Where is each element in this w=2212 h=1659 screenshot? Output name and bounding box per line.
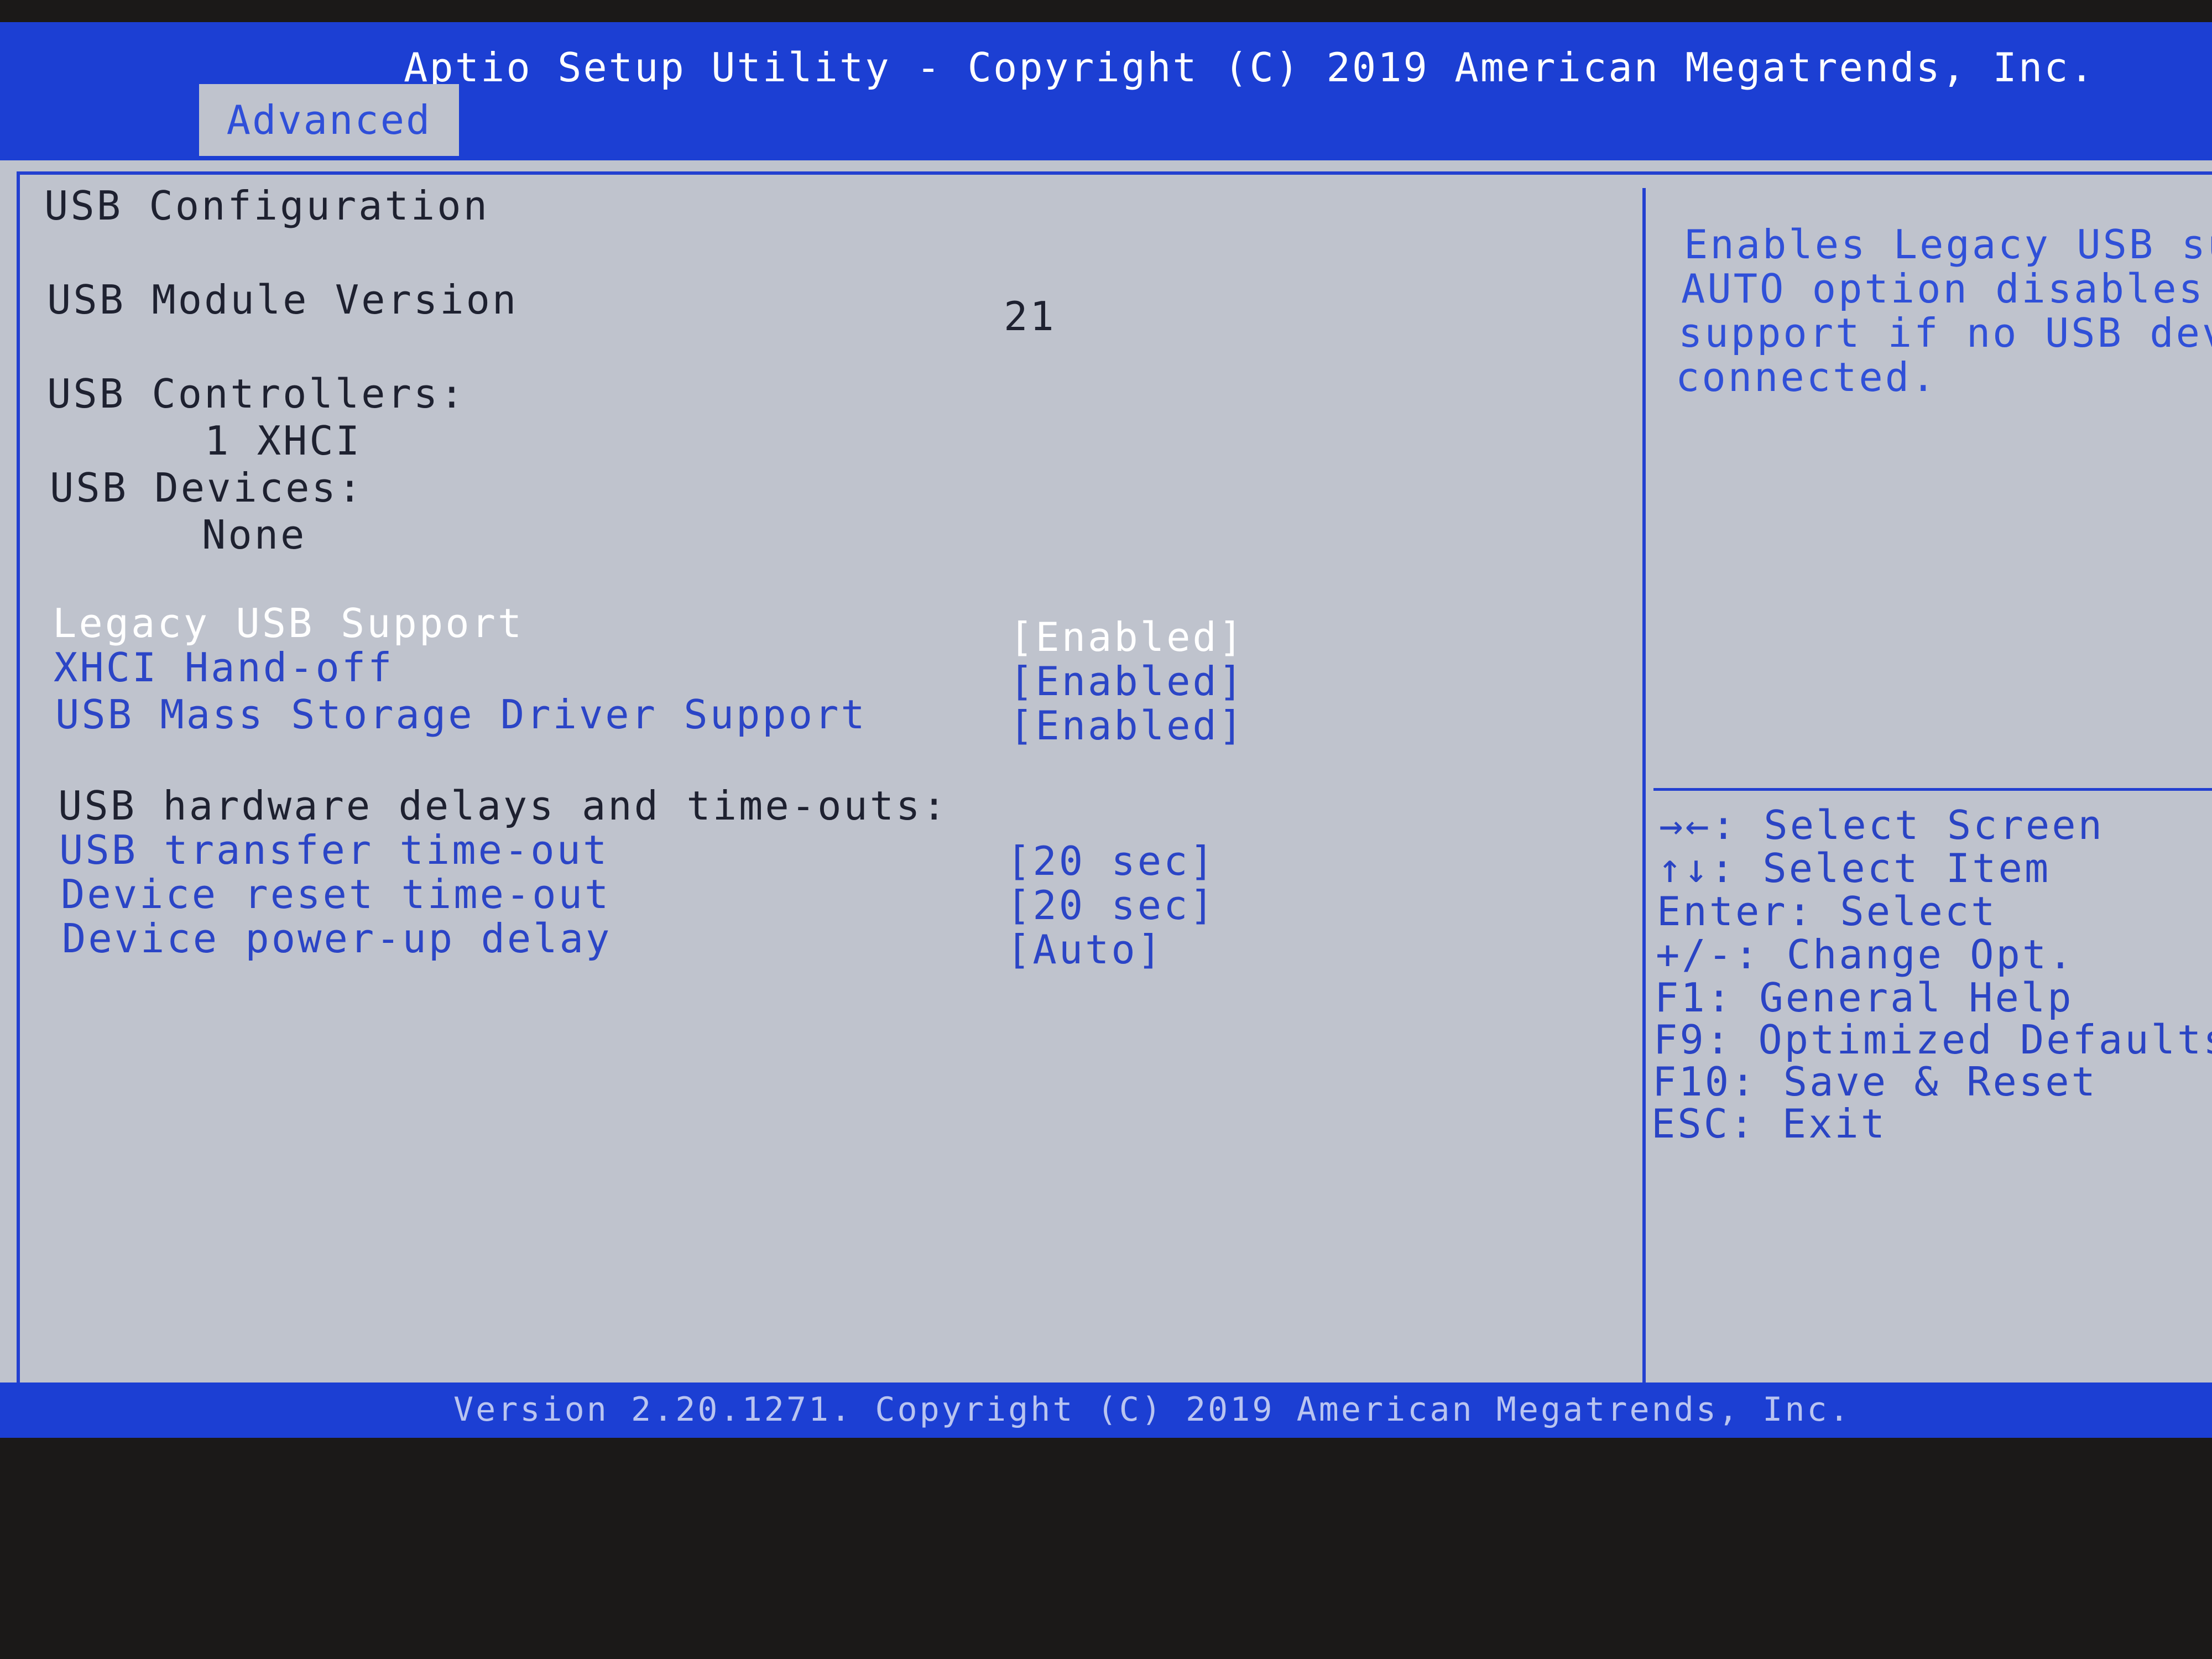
key-general-help: F1: General Help [1655, 974, 2074, 1021]
devices-value: None [202, 512, 307, 558]
section-title: USB Configuration [44, 182, 489, 229]
option-device-power-up-delay[interactable]: Device power-up delay [62, 915, 612, 962]
key-esc-exit: ESC: Exit [1651, 1100, 1887, 1147]
title-bar: Aptio Setup Utility - Copyright (C) 2019… [0, 22, 2212, 160]
title-text: Aptio Setup Utility - Copyright (C) 2019… [404, 44, 2095, 91]
option-legacy-usb-support-value[interactable]: [Enabled] [1009, 614, 1245, 660]
key-select-screen: →←: Select Screen [1659, 802, 2104, 848]
key-optimized-defaults: F9: Optimized Defaults [1653, 1016, 2212, 1063]
bios-screen: Aptio Setup Utility - Copyright (C) 2019… [0, 22, 2212, 1438]
key-save-reset: F10: Save & Reset [1652, 1058, 2098, 1105]
devices-label: USB Devices: [50, 465, 364, 511]
panel-divider [1642, 188, 1646, 1394]
help-line-1: Enables Legacy USB supp [1684, 221, 2212, 268]
help-line-4: connected. [1676, 354, 1938, 400]
option-usb-mass-storage-driver[interactable]: USB Mass Storage Driver Support [55, 691, 867, 738]
option-device-reset-timeout[interactable]: Device reset time-out [61, 871, 611, 917]
controllers-label: USB Controllers: [47, 371, 466, 417]
key-select-item: ↑↓: Select Item [1658, 845, 2051, 891]
option-usb-mass-storage-driver-value[interactable]: [Enabled] [1009, 702, 1245, 749]
help-line-3: support if no USB devic [1678, 310, 2212, 356]
option-usb-transfer-timeout-value[interactable]: [20 sec] [1006, 838, 1216, 884]
option-usb-transfer-timeout[interactable]: USB transfer time-out [59, 827, 609, 873]
option-xhci-hand-off-value[interactable]: [Enabled] [1009, 658, 1245, 705]
option-xhci-hand-off[interactable]: XHCI Hand-off [54, 644, 394, 691]
controllers-value: 1 XHCI [205, 418, 362, 464]
option-device-power-up-delay-value[interactable]: [Auto] [1006, 926, 1164, 973]
option-legacy-usb-support[interactable]: Legacy USB Support [53, 600, 524, 646]
help-line-2: AUTO option disables le [1681, 265, 2212, 312]
key-change-opt: +/-: Change Opt. [1656, 931, 2075, 978]
help-divider [1653, 788, 2212, 791]
tab-advanced[interactable]: Advanced [199, 84, 459, 156]
footer-version-text: Version 2.20.1271. Copyright (C) 2019 Am… [453, 1390, 1851, 1429]
module-version-value: 21 [1004, 293, 1056, 340]
module-version-label: USB Module Version [47, 276, 519, 323]
key-enter-select: Enter: Select [1657, 888, 1997, 935]
delays-label: USB hardware delays and time-outs: [58, 782, 948, 829]
footer-bar: Version 2.20.1271. Copyright (C) 2019 Am… [0, 1383, 2212, 1438]
option-device-reset-timeout-value[interactable]: [20 sec] [1006, 882, 1216, 928]
